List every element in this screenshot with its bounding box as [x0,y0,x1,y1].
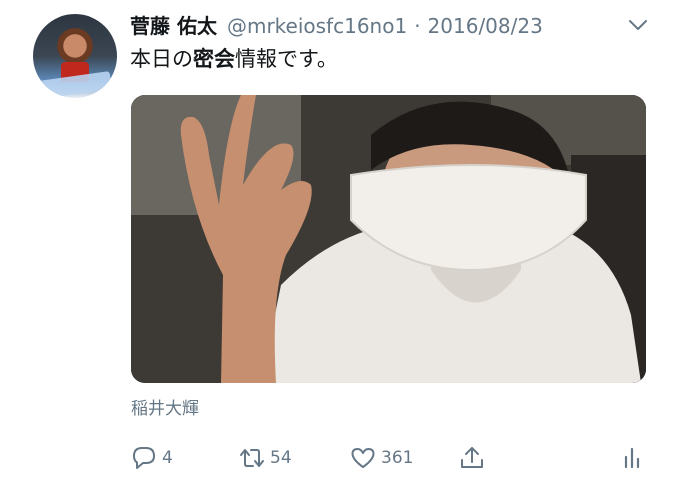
tweet-text-after: 情報です。 [235,47,338,71]
share-button[interactable] [459,443,490,473]
tweet-photo[interactable] [131,95,646,383]
analytics-icon [624,447,640,469]
analytics-button[interactable] [619,443,650,473]
tweet-text-before: 本日の [130,47,193,71]
retweet-button[interactable]: 54 [239,443,292,473]
share-icon [461,447,483,468]
tweet-date[interactable]: 2016/08/23 [428,14,543,38]
like-count: 361 [381,448,414,468]
reply-count: 4 [162,448,173,468]
author-handle[interactable]: @mrkeiosfc16no1 [227,14,407,38]
avatar-sash [38,71,112,98]
photo-illustration [131,95,646,383]
tweet-text: 本日の密会情報です。 [130,43,338,73]
action-bar: 4 54 361 [131,443,651,473]
retweet-icon [240,449,264,467]
chevron-down-icon[interactable] [628,18,648,32]
avatar[interactable] [33,14,117,98]
reply-button[interactable]: 4 [131,443,173,473]
heart-icon [351,448,375,468]
author-name[interactable]: 菅藤 佑太 [130,10,217,39]
retweet-count: 54 [270,448,292,468]
like-button[interactable]: 361 [350,443,413,473]
separator-dot: · [414,14,421,38]
tweet-header: 菅藤 佑太 @mrkeiosfc16no1 · 2016/08/23 [130,10,543,40]
photo-caption[interactable]: 稲井大輝 [131,394,199,419]
reply-icon [133,447,155,469]
tweet-text-bold: 密会 [193,47,235,71]
